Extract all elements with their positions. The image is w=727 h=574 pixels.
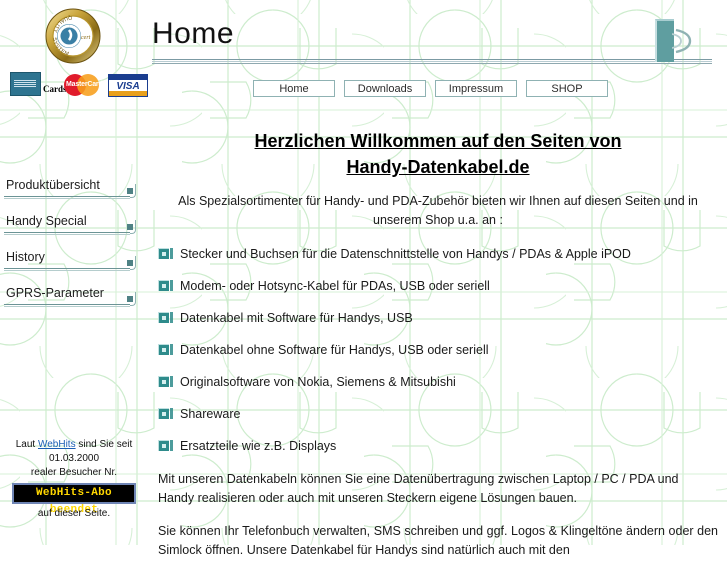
bullet-tail-icon	[170, 440, 173, 451]
sidebar-tick-icon	[127, 224, 133, 230]
decorative-swoosh-icon	[672, 28, 692, 54]
list-item-label: Ersatzteile wie z.B. Displays	[180, 439, 337, 453]
list-item-label: Modem- oder Hotsync-Kabel für PDAs, USB …	[180, 279, 490, 293]
list-item: Modem- oder Hotsync-Kabel für PDAs, USB …	[158, 278, 718, 294]
list-item: Shareware	[158, 406, 718, 422]
list-item: Datenkabel ohne Software für Handys, USB…	[158, 342, 718, 358]
sidebar-item-gprs-parameter[interactable]: GPRS-Parameter	[0, 286, 145, 322]
webhits-counter: Laut WebHits sind Sie seit 01.03.2000 re…	[4, 438, 144, 521]
sidebar-item-label: History	[6, 250, 45, 264]
svg-text:cert: cert	[81, 35, 91, 41]
bullet-tail-icon	[170, 408, 173, 419]
visa-logo: VISA	[108, 74, 148, 97]
sidebar-divider-light	[4, 270, 130, 271]
header-rule-top	[152, 59, 712, 60]
nav-item-impressum[interactable]: Impressum	[435, 80, 517, 97]
bullet-arrow-icon	[158, 312, 169, 323]
payment-logos: Cards MasterCard VISA	[8, 70, 148, 102]
nav-item-shop[interactable]: SHOP	[526, 80, 608, 97]
welcome-heading-line2: Handy-Datenkabel.de	[346, 157, 530, 177]
sidebar-divider-light	[4, 234, 130, 235]
quality-seal-icon: cert QUALITY SYSTEM	[45, 8, 101, 64]
sidebar-item-label: GPRS-Parameter	[6, 286, 104, 300]
sidebar-tick-icon	[127, 260, 133, 266]
welcome-heading-line1: Herzlichen Willkommen auf den Seiten von	[254, 131, 622, 151]
bullet-arrow-icon	[158, 440, 169, 451]
sidebar-tick-icon	[127, 296, 133, 302]
page-title: Home	[152, 17, 235, 50]
welcome-heading: Herzlichen Willkommen auf den Seiten von…	[158, 128, 718, 180]
sidebar-item-handy-special[interactable]: Handy Special	[0, 214, 145, 250]
sidebar-item-label: Handy Special	[6, 214, 87, 228]
bullet-tail-icon	[170, 376, 173, 387]
webhits-visitor-label: realer Besucher Nr.	[30, 467, 118, 478]
bullet-arrow-icon	[158, 344, 169, 355]
list-item-label: Stecker und Buchsen für die Datenschnitt…	[180, 247, 631, 261]
webhits-counter-display: WebHits-Abo beendet	[12, 483, 136, 516]
header-rule-bottom	[152, 63, 712, 64]
sidebar-divider	[4, 268, 130, 269]
bullet-arrow-icon	[158, 248, 169, 259]
list-item-label: Datenkabel ohne Software für Handys, USB…	[180, 343, 489, 357]
list-item-label: Originalsoftware von Nokia, Siemens & Mi…	[180, 375, 456, 389]
bullet-tail-icon	[170, 248, 173, 259]
webhits-link[interactable]: WebHits	[38, 439, 76, 450]
list-item: Originalsoftware von Nokia, Siemens & Mi…	[158, 374, 718, 390]
sidebar-divider-light	[4, 306, 130, 307]
sidebar-item-label: Produktübersicht	[6, 178, 100, 192]
webhits-line-1: Laut WebHits sind Sie seit	[4, 438, 144, 452]
webhits-text-pre: Laut	[15, 439, 38, 450]
intro-paragraph: Als Spezialsortimenter für Handy- und PD…	[178, 194, 698, 227]
bullet-arrow-icon	[158, 408, 169, 419]
nav-item-downloads[interactable]: Downloads	[344, 80, 426, 97]
sidebar-divider	[4, 304, 130, 305]
bullet-tail-icon	[170, 344, 173, 355]
mastercard-logo: MasterCard	[64, 74, 104, 96]
body-paragraph-2: Sie können Ihr Telefonbuch verwalten, SM…	[158, 524, 718, 557]
bullet-tail-icon	[170, 280, 173, 291]
bullet-arrow-icon	[158, 376, 169, 387]
sidebar: Produktübersicht Handy Special History G…	[0, 178, 145, 322]
amex-label: Cards	[43, 84, 67, 94]
list-item-label: Datenkabel mit Software für Handys, USB	[180, 311, 413, 325]
sidebar-divider	[4, 232, 130, 233]
webhits-date: 01.03.2000	[48, 453, 100, 464]
bullet-arrow-icon	[158, 280, 169, 291]
main-content: Herzlichen Willkommen auf den Seiten von…	[158, 128, 718, 574]
sidebar-tick-icon	[127, 188, 133, 194]
sidebar-divider-light	[4, 198, 130, 199]
mastercard-label: MasterCard	[66, 81, 103, 88]
sidebar-divider	[4, 196, 130, 197]
list-item: Ersatzteile wie z.B. Displays	[158, 438, 718, 454]
nav-item-home[interactable]: Home	[253, 80, 335, 97]
header-rule-middle	[152, 61, 712, 62]
feature-list: Stecker und Buchsen für die Datenschnitt…	[158, 246, 718, 454]
list-item: Stecker und Buchsen für die Datenschnitt…	[158, 246, 718, 262]
webhits-text-post: sind Sie seit	[75, 439, 133, 450]
list-item: Datenkabel mit Software für Handys, USB	[158, 310, 718, 326]
sidebar-item-history[interactable]: History	[0, 250, 145, 286]
webhits-line-4: auf dieser Seite.	[37, 508, 111, 519]
body-paragraph-1: Mit unseren Datenkabeln können Sie eine …	[158, 472, 679, 505]
list-item-label: Shareware	[180, 407, 241, 421]
sidebar-item-produktuebersicht[interactable]: Produktübersicht	[0, 178, 145, 214]
bullet-tail-icon	[170, 312, 173, 323]
page-header: cert QUALITY SYSTEM Home	[0, 0, 727, 70]
top-navigation: Home Downloads Impressum SHOP	[253, 80, 608, 97]
